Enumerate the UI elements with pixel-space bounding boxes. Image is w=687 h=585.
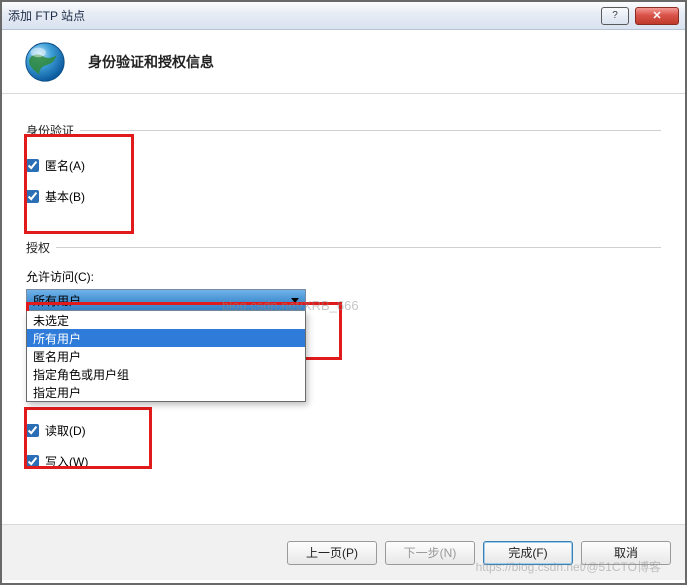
write-checkbox[interactable] [26,455,39,468]
allow-access-dropdown: 未选定 所有用户 匿名用户 指定角色或用户组 指定用户 [26,311,306,402]
window-frame: 添加 FTP 站点 ? ✕ 身份验证和授权信息 [0,0,687,585]
content-area: 身份验证 匿名(A) 基本(B) 授权 允许访问(C): 所有用户 未选定 所有… [2,94,685,524]
basic-checkbox[interactable] [26,190,39,203]
authentication-legend: 身份验证 [26,122,80,139]
page-title: 身份验证和授权信息 [88,52,214,72]
basic-row: 基本(B) [26,188,661,205]
dropdown-option[interactable]: 匿名用户 [27,347,305,365]
wizard-header: 身份验证和授权信息 [2,30,685,94]
window-controls: ? ✕ [601,7,679,25]
anonymous-label[interactable]: 匿名(A) [45,157,85,174]
write-row: 写入(W) [26,453,661,470]
read-label[interactable]: 读取(D) [45,422,86,439]
finish-button[interactable]: 完成(F) [483,541,573,565]
globe-icon [22,39,68,85]
read-checkbox[interactable] [26,424,39,437]
close-button[interactable]: ✕ [635,7,679,25]
allow-access-combobox[interactable]: 所有用户 [26,289,306,311]
anonymous-row: 匿名(A) [26,157,661,174]
authorization-group: 授权 允许访问(C): 所有用户 未选定 所有用户 匿名用户 指定角色或用户组 … [26,239,661,484]
chevron-down-icon [291,298,299,303]
allow-access-label: 允许访问(C): [26,268,661,285]
title-bar: 添加 FTP 站点 ? ✕ [2,2,685,30]
next-button: 下一步(N) [385,541,475,565]
read-row: 读取(D) [26,422,661,439]
dropdown-option[interactable]: 指定角色或用户组 [27,365,305,383]
help-button[interactable]: ? [601,7,629,25]
window-title: 添加 FTP 站点 [8,7,601,24]
dropdown-option[interactable]: 指定用户 [27,383,305,401]
wizard-footer: 上一页(P) 下一步(N) 完成(F) 取消 [2,524,685,580]
write-label[interactable]: 写入(W) [45,453,88,470]
basic-label[interactable]: 基本(B) [45,188,85,205]
authentication-group: 身份验证 匿名(A) 基本(B) [26,122,661,219]
combobox-selected-text: 所有用户 [33,292,291,309]
previous-button[interactable]: 上一页(P) [287,541,377,565]
dropdown-option[interactable]: 未选定 [27,311,305,329]
dropdown-option[interactable]: 所有用户 [27,329,305,347]
cancel-button[interactable]: 取消 [581,541,671,565]
authorization-legend: 授权 [26,239,56,256]
anonymous-checkbox[interactable] [26,159,39,172]
